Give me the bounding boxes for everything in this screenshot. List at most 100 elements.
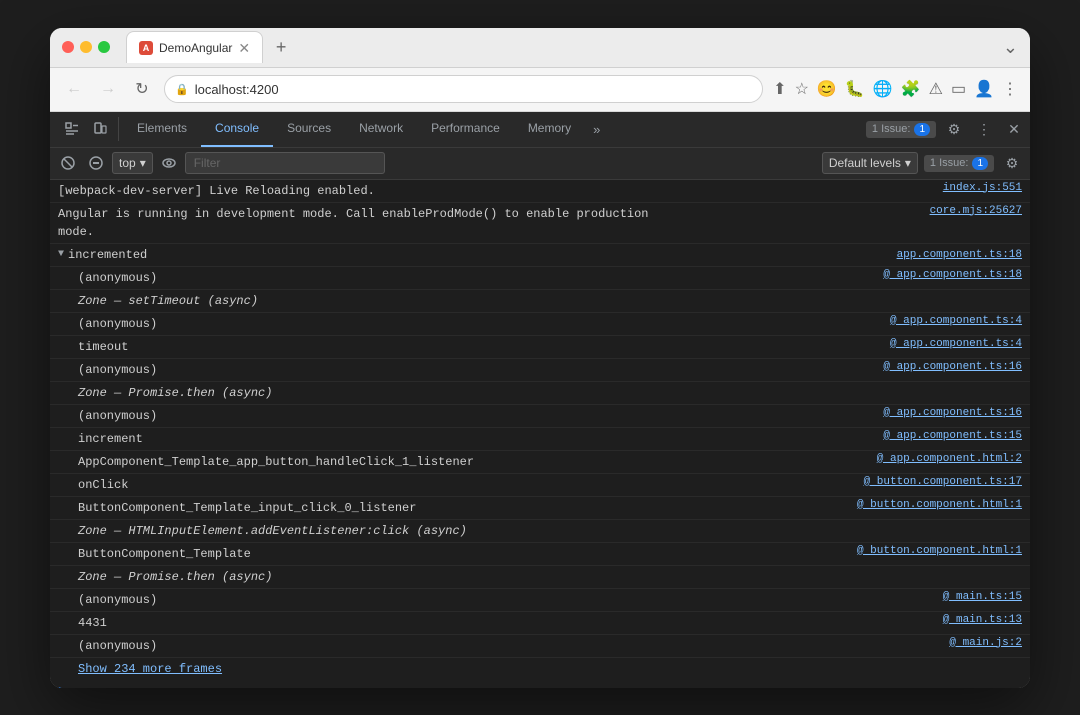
frame-source-7[interactable]: @ button.component.ts:17: [864, 476, 1022, 494]
stack-frame-async-1: Zone — setTimeout (async): [50, 290, 1030, 313]
refresh-button[interactable]: ↻: [130, 79, 154, 99]
tab-network[interactable]: Network: [345, 112, 417, 148]
tab-elements[interactable]: Elements: [123, 112, 201, 148]
device-mode-button[interactable]: [88, 117, 112, 141]
frame-source-6[interactable]: @ app.component.html:2: [877, 453, 1022, 471]
clear-console-button[interactable]: [56, 151, 80, 175]
stack-frame-8: ButtonComponent_Template_input_click_0_l…: [50, 497, 1030, 520]
stack-frame-0: (anonymous) @ app.component.ts:18: [50, 267, 1030, 290]
lock-icon: 🔒: [175, 83, 189, 96]
frame-source-0[interactable]: @ app.component.ts:18: [883, 269, 1022, 287]
cast-button[interactable]: ▭: [951, 79, 966, 99]
address-actions: ⬆ ☆ 😊 🐛 🌐 🧩 ⚠ ▭ 👤 ⋮: [773, 79, 1018, 99]
frame-source-4[interactable]: @ app.component.ts:16: [883, 407, 1022, 425]
entry-text-webpack: [webpack-dev-server] Live Reloading enab…: [58, 182, 931, 200]
console-levels-area: Default levels ▾ 1 Issue: 1 ⚙: [822, 151, 1024, 175]
devtools-panel: Elements Console Sources Network Perform…: [50, 112, 1030, 688]
devtools-more-button[interactable]: ⋮: [972, 117, 996, 141]
stack-frame-11: 4431 @ main.ts:13: [50, 612, 1030, 635]
tab-close-button[interactable]: ✕: [238, 41, 250, 55]
share-button[interactable]: ⬆: [773, 79, 786, 99]
window-more-options[interactable]: ⌄: [1003, 37, 1018, 58]
new-tab-button[interactable]: +: [267, 33, 295, 61]
warning-button[interactable]: ⚠: [929, 79, 943, 99]
frame-source-3[interactable]: @ app.component.ts:16: [883, 361, 1022, 379]
url-bar[interactable]: 🔒 localhost:4200: [164, 75, 763, 103]
console-entry-webpack: [webpack-dev-server] Live Reloading enab…: [50, 180, 1030, 203]
title-bar: A DemoAngular ✕ + ⌄: [50, 28, 1030, 68]
address-bar: ← → ↻ 🔒 localhost:4200 ⬆ ☆ 😊 🐛 🌐 🧩 ⚠ ▭ 👤…: [50, 68, 1030, 112]
stack-frame-6: AppComponent_Template_app_button_handleC…: [50, 451, 1030, 474]
frame-source-10[interactable]: @ main.ts:15: [943, 591, 1022, 609]
stack-frame-1: (anonymous) @ app.component.ts:4: [50, 313, 1030, 336]
tab-sources[interactable]: Sources: [273, 112, 345, 148]
devtools-settings-button[interactable]: ⚙: [942, 117, 966, 141]
issue-badge: 1 Issue: 1: [866, 121, 936, 138]
frame-source-9[interactable]: @ button.component.html:1: [857, 545, 1022, 563]
stop-errors-button[interactable]: [84, 151, 108, 175]
tab-favicon: A: [139, 41, 153, 55]
tab-title: DemoAngular: [159, 41, 232, 55]
stack-frame-async-2: Zone — Promise.then (async): [50, 382, 1030, 405]
tab-bar: A DemoAngular ✕ +: [126, 31, 995, 63]
console-prompt[interactable]: >: [50, 680, 1030, 688]
frame-source-5[interactable]: @ app.component.ts:15: [883, 430, 1022, 448]
browser-window: A DemoAngular ✕ + ⌄ ← → ↻ 🔒 localhost:42…: [50, 28, 1030, 688]
browser-tab-demoangular[interactable]: A DemoAngular ✕: [126, 31, 263, 63]
stack-frame-2: timeout @ app.component.ts:4: [50, 336, 1030, 359]
translate-button[interactable]: 🌐: [873, 79, 893, 99]
entry-source-webpack[interactable]: index.js:551: [943, 182, 1022, 194]
entry-source-angular[interactable]: core.mjs:25627: [930, 205, 1022, 217]
show-more-frames-link[interactable]: Show 234 more frames: [50, 658, 1030, 680]
stack-frame-5: increment @ app.component.ts:15: [50, 428, 1030, 451]
frame-source-8[interactable]: @ button.component.html:1: [857, 499, 1022, 517]
devtools-tabs: Elements Console Sources Network Perform…: [50, 112, 1030, 148]
stack-frame-12: (anonymous) @ main.js:2: [50, 635, 1030, 658]
prompt-chevron: >: [58, 684, 66, 688]
console-entry-incremented[interactable]: ▼ incremented app.component.ts:18: [50, 244, 1030, 267]
eye-button[interactable]: [157, 151, 181, 175]
stack-frame-10: (anonymous) @ main.ts:15: [50, 589, 1030, 612]
more-options-button[interactable]: ⋮: [1002, 79, 1018, 99]
entry-text-angular: Angular is running in development mode. …: [58, 205, 918, 241]
puzzle-button[interactable]: 🧩: [901, 79, 921, 99]
inspect-element-button[interactable]: [60, 117, 84, 141]
frame-source-1[interactable]: @ app.component.ts:4: [890, 315, 1022, 333]
console-filter-input[interactable]: [185, 152, 385, 174]
stack-frame-9: ButtonComponent_Template @ button.compon…: [50, 543, 1030, 566]
minimize-traffic-light[interactable]: [80, 41, 92, 53]
close-traffic-light[interactable]: [62, 41, 74, 53]
context-dropdown[interactable]: top ▾: [112, 152, 153, 174]
entry-source-incremented[interactable]: app.component.ts:18: [897, 249, 1022, 261]
stack-frame-async-4: Zone — Promise.then (async): [50, 566, 1030, 589]
frame-source-2[interactable]: @ app.component.ts:4: [890, 338, 1022, 356]
traffic-lights: [62, 41, 110, 53]
frame-source-12[interactable]: @ main.js:2: [949, 637, 1022, 655]
entry-text-incremented: incremented: [68, 246, 885, 264]
devtools-tab-icons: [54, 117, 119, 141]
stack-frame-async-3: Zone — HTMLInputElement.addEventListener…: [50, 520, 1030, 543]
default-levels-dropdown[interactable]: Default levels ▾: [822, 152, 918, 174]
expand-arrow: ▼: [58, 249, 64, 260]
url-text: localhost:4200: [195, 82, 279, 97]
bookmark-button[interactable]: ☆: [795, 79, 809, 99]
frame-source-11[interactable]: @ main.ts:13: [943, 614, 1022, 632]
more-tabs-button[interactable]: »: [585, 122, 608, 137]
devtools-close-button[interactable]: ✕: [1002, 117, 1026, 141]
bug-button[interactable]: 🐛: [845, 79, 865, 99]
console-settings-button[interactable]: ⚙: [1000, 151, 1024, 175]
tab-console[interactable]: Console: [201, 112, 273, 148]
tab-performance[interactable]: Performance: [417, 112, 514, 148]
stack-frame-4: (anonymous) @ app.component.ts:16: [50, 405, 1030, 428]
tab-memory[interactable]: Memory: [514, 112, 585, 148]
stack-frame-3: (anonymous) @ app.component.ts:16: [50, 359, 1030, 382]
console-output[interactable]: [webpack-dev-server] Live Reloading enab…: [50, 180, 1030, 688]
back-button[interactable]: ←: [62, 80, 86, 98]
console-entry-angular: Angular is running in development mode. …: [50, 203, 1030, 244]
console-toolbar: top ▾ Default levels ▾ 1 Issue: 1: [50, 148, 1030, 180]
extensions-button[interactable]: 😊: [817, 79, 837, 99]
devtools-tabs-right: 1 Issue: 1 ⚙ ⋮ ✕: [866, 117, 1026, 141]
forward-button[interactable]: →: [96, 80, 120, 98]
maximize-traffic-light[interactable]: [98, 41, 110, 53]
profile-button[interactable]: 👤: [974, 79, 994, 99]
